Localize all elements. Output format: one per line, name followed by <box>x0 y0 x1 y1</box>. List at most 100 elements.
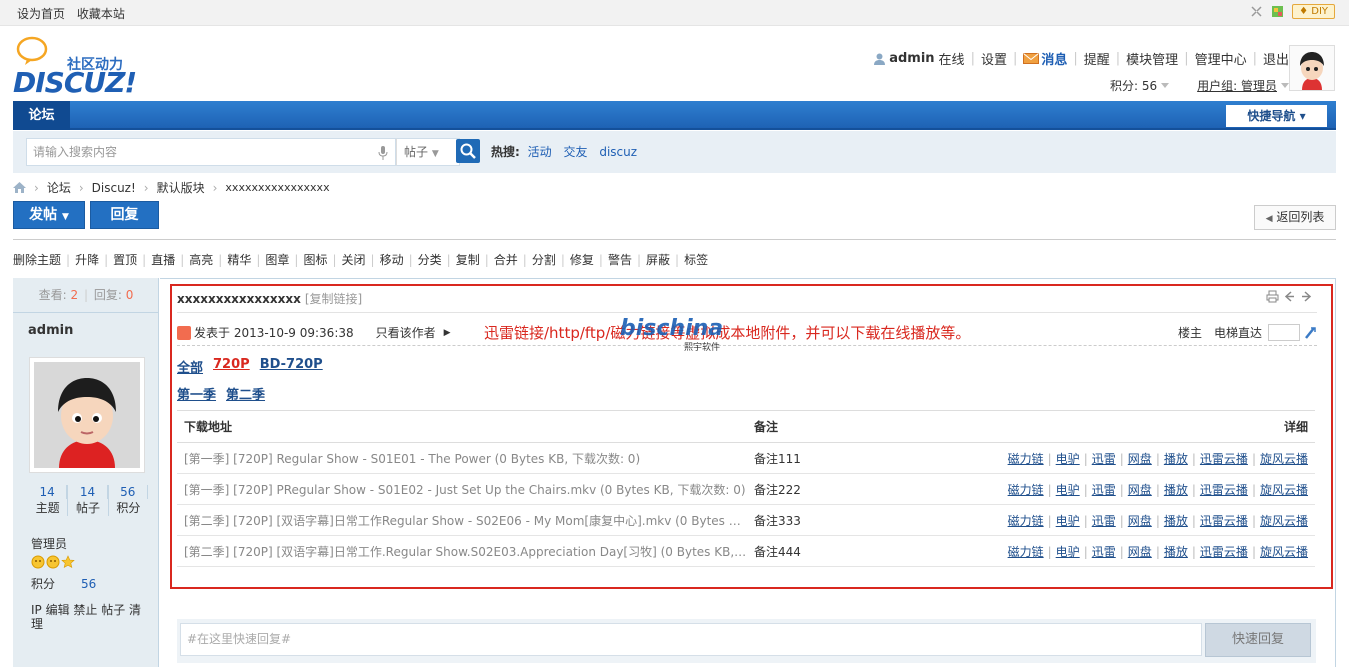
mod-action[interactable]: 警告 <box>608 251 632 268</box>
breadcrumb-item[interactable]: 默认版块 <box>157 179 205 196</box>
home-icon[interactable] <box>13 182 26 193</box>
quality-tab[interactable]: 720P <box>213 357 250 376</box>
style-icon[interactable] <box>1271 5 1284 18</box>
download-action-link[interactable]: 旋风云播 <box>1260 483 1308 497</box>
user-group-dropdown[interactable]: 用户组: 管理员 <box>1197 77 1277 94</box>
mod-action[interactable]: 图标 <box>303 251 327 268</box>
quality-tab[interactable]: BD-720P <box>260 357 323 376</box>
mod-action[interactable]: 图章 <box>265 251 289 268</box>
mod-action[interactable]: 高亮 <box>189 251 213 268</box>
author-name[interactable]: admin <box>28 323 73 338</box>
settings-link[interactable]: 设置 <box>981 49 1007 68</box>
hot-search-item[interactable]: 活动 <box>528 145 552 159</box>
admin-center-link[interactable]: 管理中心 <box>1195 49 1247 68</box>
mod-action[interactable]: 分类 <box>418 251 442 268</box>
print-icon[interactable] <box>1266 290 1279 303</box>
download-action-link[interactable]: 磁力链 <box>1008 514 1044 528</box>
search-input[interactable]: 请输入搜索内容 <box>26 138 396 166</box>
only-author-link[interactable]: 只看该作者 <box>376 324 436 341</box>
file-name[interactable]: [第二季] [720P] [双语字幕]日常工作.Regular Show.S02… <box>177 535 747 567</box>
tab-forum[interactable]: 论坛 <box>13 101 70 130</box>
discuz-logo[interactable]: 社区动力 DISCUZ! <box>13 36 138 99</box>
jump-icon[interactable] <box>1304 326 1316 340</box>
mod-action[interactable]: 置顶 <box>113 251 137 268</box>
file-name[interactable]: [第一季] [720P] Regular Show - S01E01 - The… <box>177 442 747 474</box>
mod-action[interactable]: 合并 <box>494 251 518 268</box>
download-action-link[interactable]: 迅雷 <box>1092 545 1116 559</box>
download-action-link[interactable]: 网盘 <box>1128 514 1152 528</box>
breadcrumb-item[interactable]: xxxxxxxxxxxxxxxx <box>225 181 329 194</box>
mod-action[interactable]: 移动 <box>380 251 404 268</box>
avatar[interactable] <box>1289 45 1335 91</box>
download-action-link[interactable]: 播放 <box>1164 514 1188 528</box>
mod-action[interactable]: 分割 <box>532 251 556 268</box>
prev-thread-icon[interactable] <box>1283 290 1296 303</box>
download-action-link[interactable]: 迅雷云播 <box>1200 452 1248 466</box>
download-action-link[interactable]: 迅雷云播 <box>1200 545 1248 559</box>
mod-action[interactable]: 复制 <box>456 251 480 268</box>
author-stat[interactable]: 14 帖子 <box>68 485 109 516</box>
download-action-link[interactable]: 旋风云播 <box>1260 514 1308 528</box>
download-action-link[interactable]: 旋风云播 <box>1260 545 1308 559</box>
back-to-list-button[interactable]: ◀ 返回列表 <box>1254 205 1336 230</box>
download-action-link[interactable]: 网盘 <box>1128 452 1152 466</box>
diy-button[interactable]: ♦ DIY <box>1292 4 1335 19</box>
bookmark-link[interactable]: 收藏本站 <box>77 7 125 21</box>
mod-action[interactable]: 标签 <box>684 251 708 268</box>
quick-reply-input[interactable]: #在这里快速回复# <box>180 623 1202 656</box>
copy-link[interactable]: [复制链接] <box>305 292 362 306</box>
season-tab[interactable]: 第一季 <box>177 384 216 403</box>
download-action-link[interactable]: 网盘 <box>1128 483 1152 497</box>
username-link[interactable]: admin <box>889 51 934 66</box>
download-action-link[interactable]: 电驴 <box>1056 514 1080 528</box>
author-group[interactable]: 管理员 <box>31 535 67 552</box>
mod-action[interactable]: 删除主题 <box>13 251 61 268</box>
download-action-link[interactable]: 网盘 <box>1128 545 1152 559</box>
search-button[interactable] <box>456 139 480 163</box>
mod-action[interactable]: 关闭 <box>342 251 366 268</box>
download-action-link[interactable]: 迅雷云播 <box>1200 514 1248 528</box>
mod-action[interactable]: 直播 <box>151 251 175 268</box>
download-action-link[interactable]: 电驴 <box>1056 452 1080 466</box>
download-action-link[interactable]: 电驴 <box>1056 545 1080 559</box>
quality-tab[interactable]: 全部 <box>177 357 203 376</box>
file-name[interactable]: [第一季] [720P] PRegular Show - S01E02 - Ju… <box>177 473 747 505</box>
next-thread-icon[interactable] <box>1300 290 1313 303</box>
new-post-button[interactable]: 发帖 ▼ <box>13 201 85 229</box>
download-action-link[interactable]: 迅雷 <box>1092 483 1116 497</box>
file-name[interactable]: [第二季] [720P] [双语字幕]日常工作Regular Show - S0… <box>177 504 747 536</box>
mod-action[interactable]: 屏蔽 <box>646 251 670 268</box>
author-stat[interactable]: 14 主题 <box>28 485 69 516</box>
set-home-link[interactable]: 设为首页 <box>17 7 65 21</box>
download-action-link[interactable]: 迅雷云播 <box>1200 483 1248 497</box>
mod-action[interactable]: 精华 <box>227 251 251 268</box>
download-action-link[interactable]: 播放 <box>1164 483 1188 497</box>
logout-link[interactable]: 退出 <box>1263 49 1289 68</box>
download-action-link[interactable]: 磁力链 <box>1008 483 1044 497</box>
breadcrumb-item[interactable]: 论坛 <box>47 179 71 196</box>
quick-reply-button[interactable]: 快速回复 <box>1205 623 1311 657</box>
hot-search-item[interactable]: discuz <box>599 145 637 159</box>
points-dropdown[interactable]: 积分: 56 <box>1110 77 1157 94</box>
download-action-link[interactable]: 旋风云播 <box>1260 452 1308 466</box>
module-manage-link[interactable]: 模块管理 <box>1126 49 1178 68</box>
author-avatar[interactable] <box>29 357 145 473</box>
mod-action[interactable]: 修复 <box>570 251 594 268</box>
download-action-link[interactable]: 磁力链 <box>1008 545 1044 559</box>
download-action-link[interactable]: 迅雷 <box>1092 452 1116 466</box>
quick-nav-button[interactable]: 快捷导航 ▾ <box>1226 105 1327 127</box>
download-action-link[interactable]: 播放 <box>1164 452 1188 466</box>
messages-link[interactable]: 消息 <box>1041 49 1067 68</box>
collapse-icon[interactable] <box>1250 5 1263 18</box>
author-actions[interactable]: IP 编辑 禁止 帖子 清理 <box>31 603 151 631</box>
download-action-link[interactable]: 磁力链 <box>1008 452 1044 466</box>
microphone-icon[interactable] <box>378 146 388 160</box>
reply-button[interactable]: 回复 <box>90 201 159 229</box>
breadcrumb-item[interactable]: Discuz! <box>92 181 136 195</box>
author-stat[interactable]: 56 积分 <box>109 485 148 516</box>
season-tab[interactable]: 第二季 <box>226 384 265 403</box>
download-action-link[interactable]: 电驴 <box>1056 483 1080 497</box>
search-type-select[interactable]: 帖子 ▼ <box>396 138 460 166</box>
download-action-link[interactable]: 迅雷 <box>1092 514 1116 528</box>
mod-action[interactable]: 升降 <box>75 251 99 268</box>
